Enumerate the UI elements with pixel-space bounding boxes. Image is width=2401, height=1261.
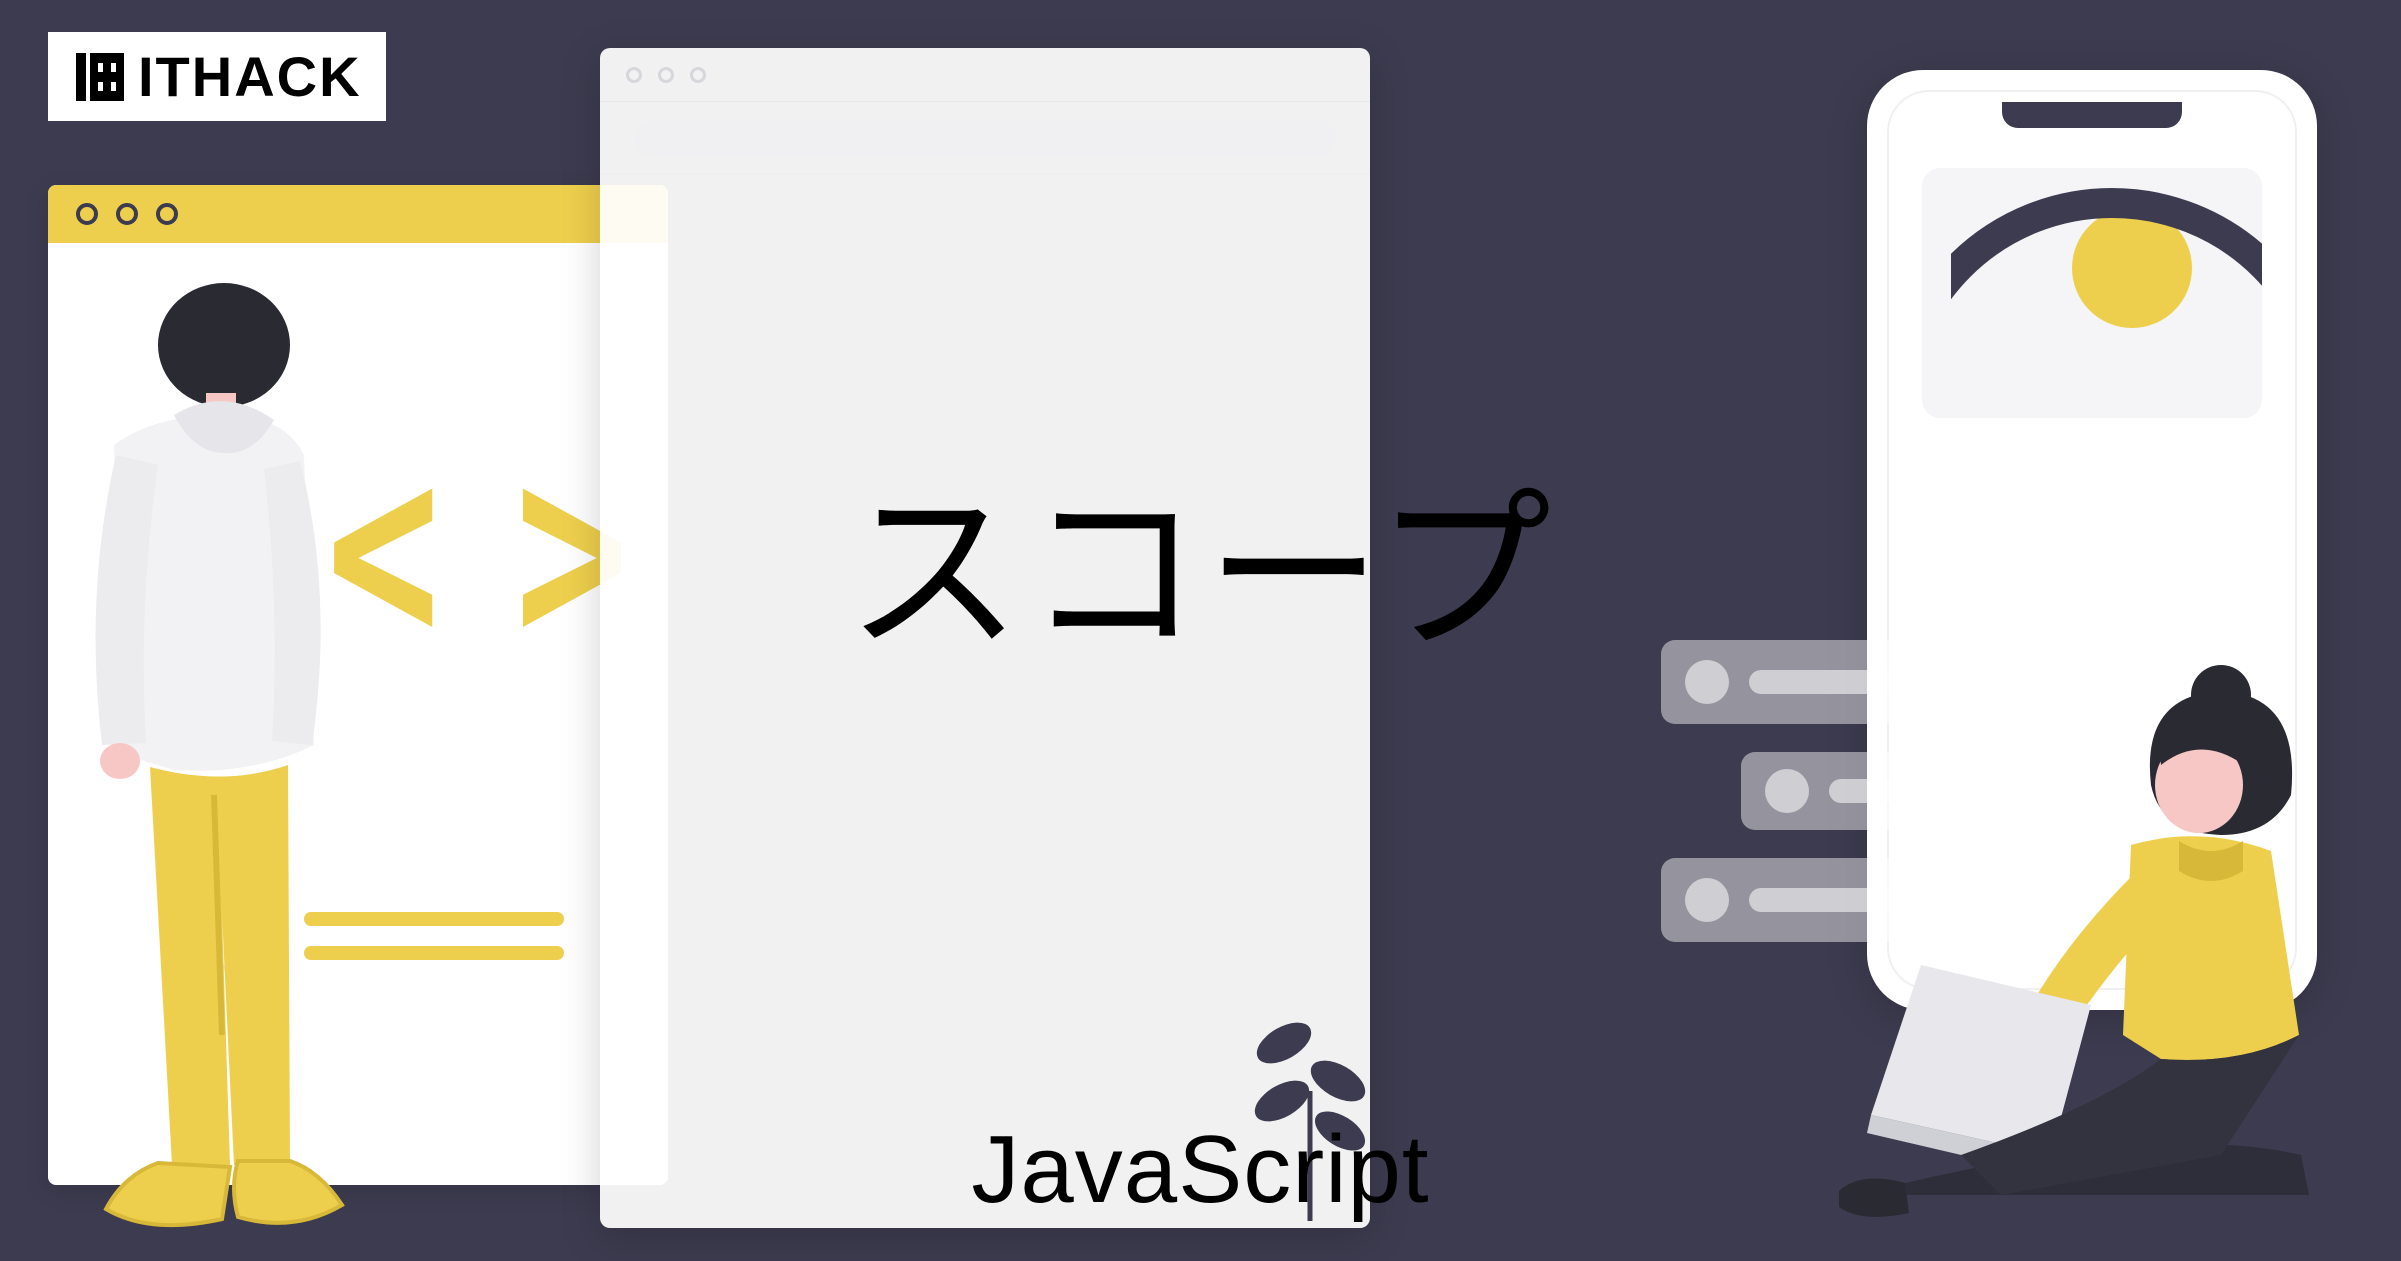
phone-notch-icon xyxy=(2002,102,2182,128)
logo-text: ITHACK xyxy=(138,44,362,109)
hero-subtitle: JavaScript xyxy=(0,1115,2401,1225)
phone-hero-image xyxy=(1922,168,2262,418)
window-dot-icon xyxy=(156,203,178,225)
window-dot-icon xyxy=(626,67,642,83)
hero-title: スコープ xyxy=(0,430,2401,685)
window-dot-icon xyxy=(690,67,706,83)
logo-badge: ITHACK xyxy=(48,32,386,121)
browser-front-titlebar xyxy=(600,48,1370,102)
browser-address-row xyxy=(600,102,1370,174)
window-dot-icon xyxy=(116,203,138,225)
hill-icon xyxy=(1922,188,2262,418)
window-dot-icon xyxy=(658,67,674,83)
card-avatar-icon xyxy=(1685,878,1729,922)
browser-back-titlebar xyxy=(48,185,668,243)
person-standing-illustration xyxy=(54,275,354,1235)
window-dot-icon xyxy=(76,203,98,225)
logo-mark-icon xyxy=(72,49,128,105)
browser-address-bar xyxy=(634,120,1336,156)
